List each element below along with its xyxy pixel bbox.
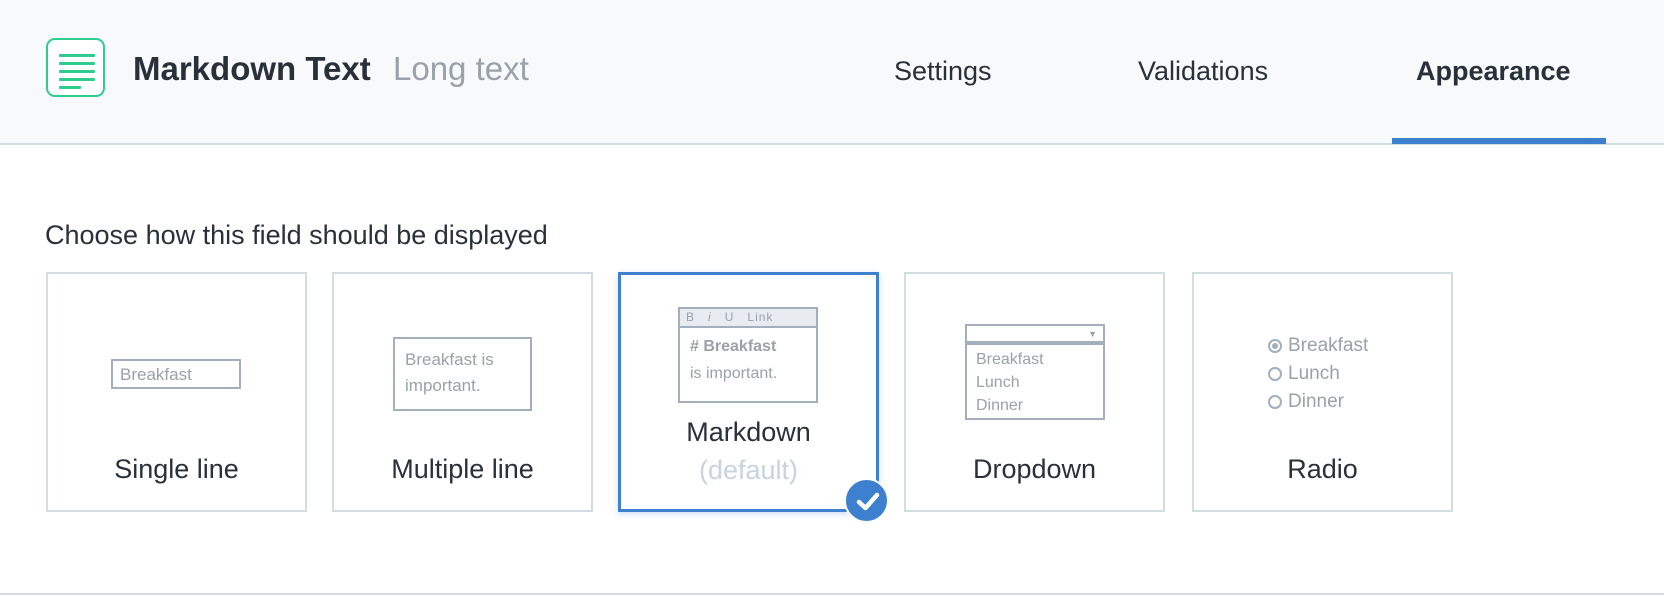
checkmark-icon [844, 478, 889, 523]
field-type-title: Markdown Text [133, 50, 371, 87]
option-label: Dropdown [972, 454, 1097, 484]
radio-checked-icon [1268, 339, 1282, 353]
preview-line: important. [405, 376, 481, 395]
field-type-subtitle: Long text [393, 50, 529, 87]
preview-line: # Breakfast [690, 338, 777, 355]
preview-line: is important. [690, 365, 778, 382]
dropdown-option: Dinner [976, 397, 1024, 414]
dropdown-select: ▼ [967, 326, 1103, 345]
dropdown-preview: ▼ Breakfast Lunch Dinner [965, 324, 1105, 420]
option-dropdown[interactable]: ▼ Breakfast Lunch Dinner Dropdown [904, 272, 1165, 512]
appearance-prompt: Choose how this field should be displaye… [45, 220, 548, 250]
option-label: Markdown [686, 417, 811, 447]
markdown-toolbar: B i U Link [680, 309, 816, 328]
markdown-preview: B i U Link # Breakfast is important. [678, 307, 818, 403]
option-label: Radio [1287, 454, 1358, 484]
single-line-preview: Breakfast [111, 359, 241, 389]
dropdown-option: Lunch [976, 374, 1020, 391]
option-multiple-line[interactable]: Breakfast is important. Multiple line [332, 272, 593, 512]
preview-value: Breakfast [120, 365, 192, 384]
radio-unchecked-icon [1268, 367, 1282, 381]
chevron-down-icon: ▼ [1088, 329, 1097, 339]
bold-icon: B [686, 310, 696, 324]
tab-validations[interactable]: Validations [1138, 56, 1268, 87]
option-single-line[interactable]: Breakfast Single line [46, 272, 307, 512]
tab-settings[interactable]: Settings [894, 56, 992, 87]
text-lines-icon [46, 38, 105, 97]
dropdown-option: Breakfast [976, 351, 1044, 368]
option-label: Single line [114, 454, 239, 484]
option-label: Multiple line [391, 454, 534, 484]
italic-icon: i [708, 310, 712, 324]
link-icon: Link [747, 310, 774, 324]
multiple-line-preview: Breakfast is important. [393, 337, 532, 411]
radio-unchecked-icon [1268, 395, 1282, 409]
option-radio[interactable]: Breakfast Lunch Dinner Radio [1192, 272, 1453, 512]
underline-icon: U [724, 310, 735, 324]
radio-option: Dinner [1288, 391, 1344, 412]
option-markdown[interactable]: B i U Link # Breakfast is important. Mar… [618, 272, 879, 512]
radio-preview: Breakfast Lunch Dinner [1268, 332, 1368, 416]
radio-option: Lunch [1288, 363, 1340, 384]
active-tab-indicator [1392, 138, 1606, 144]
option-sublabel: (default) [698, 455, 799, 485]
field-header: Markdown Text Long text Settings Validat… [0, 0, 1664, 145]
divider [0, 593, 1664, 595]
preview-line: Breakfast is [405, 350, 494, 369]
tab-appearance[interactable]: Appearance [1416, 56, 1571, 87]
radio-option: Breakfast [1288, 335, 1369, 356]
